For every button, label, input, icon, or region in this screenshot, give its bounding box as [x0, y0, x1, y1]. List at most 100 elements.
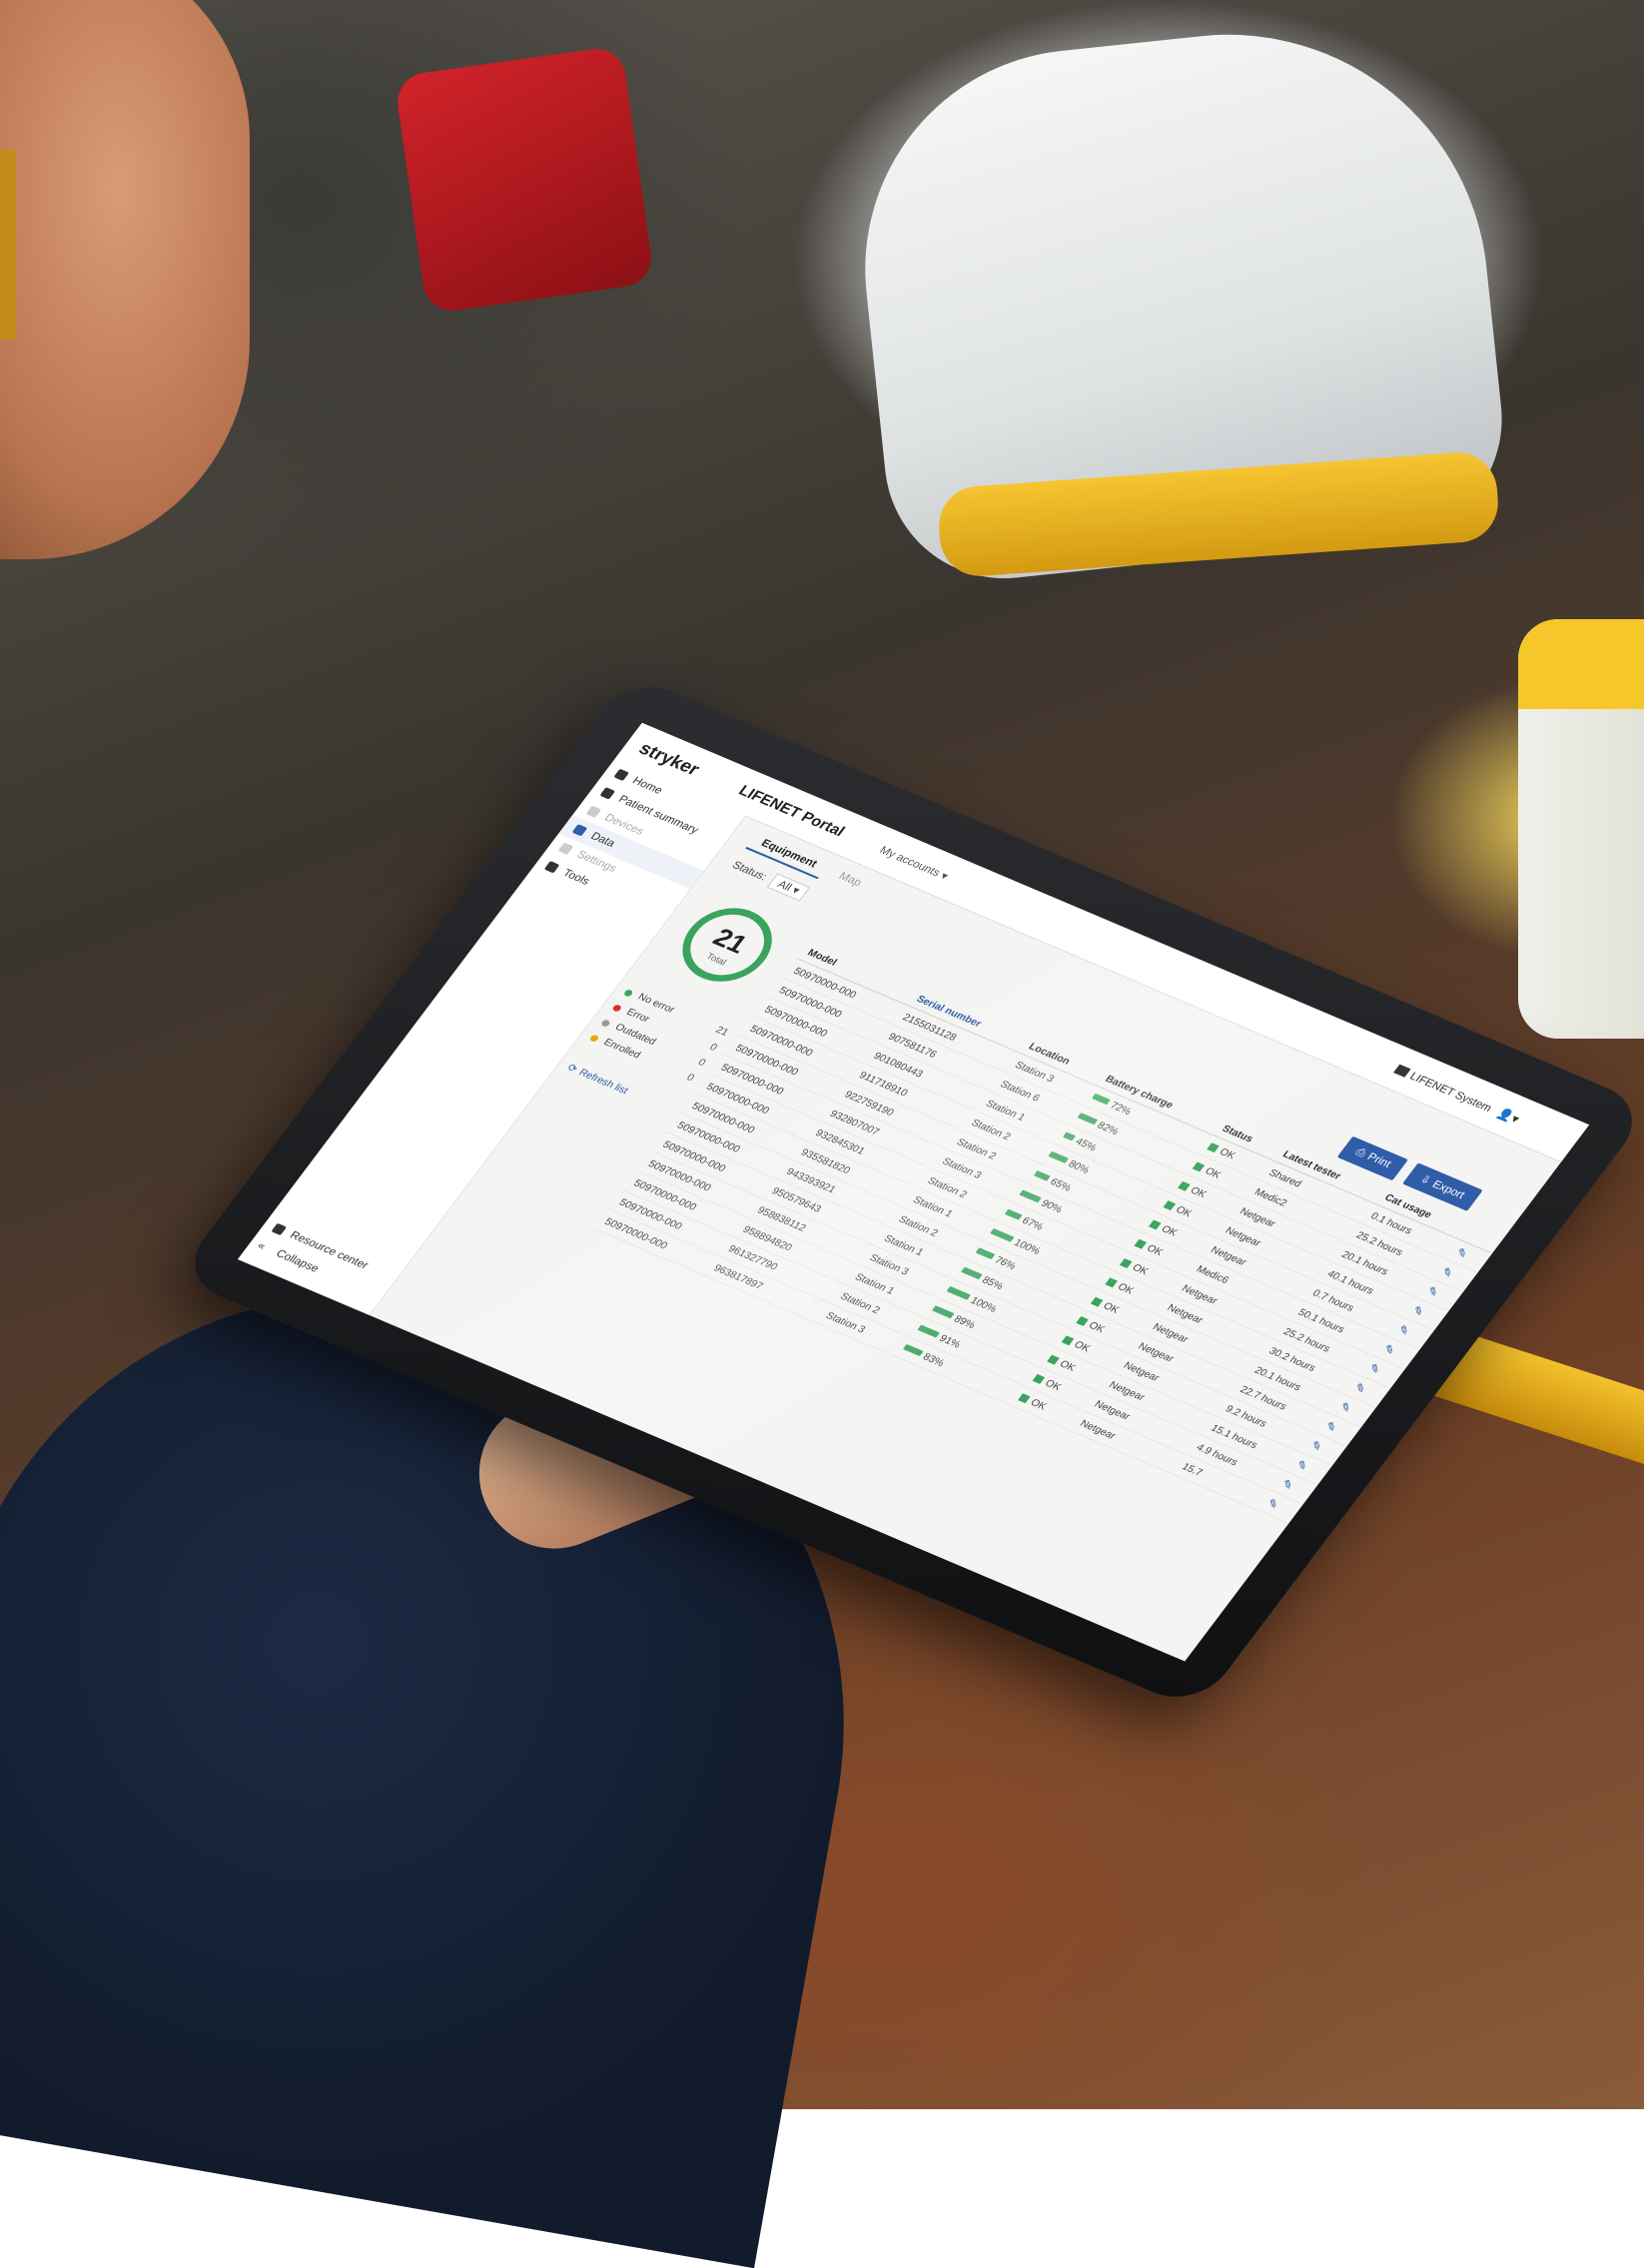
status-value: OK	[1188, 1184, 1210, 1200]
battery-value: 85%	[979, 1274, 1006, 1292]
status-ok-icon	[1134, 1238, 1148, 1249]
book-icon	[271, 1222, 288, 1236]
battery-icon	[1077, 1112, 1099, 1125]
battery-value: 100%	[968, 1294, 1000, 1315]
gold-edge-strip	[0, 150, 16, 340]
edit-icon[interactable]: ✎	[1409, 1303, 1427, 1319]
tools-icon	[543, 861, 560, 874]
battery-icon	[917, 1323, 940, 1337]
status-value: OK	[1174, 1203, 1195, 1219]
status-value: OK	[1144, 1242, 1166, 1258]
edit-icon[interactable]: ✎	[1423, 1284, 1441, 1300]
status-ok-icon	[1193, 1161, 1206, 1172]
status-ok-icon	[1033, 1373, 1046, 1384]
system-icon	[1393, 1064, 1411, 1078]
status-ok-icon	[1018, 1392, 1032, 1403]
battery-value: 45%	[1073, 1135, 1100, 1153]
battery-value: 80%	[1066, 1158, 1093, 1176]
battery-icon	[960, 1265, 983, 1279]
legend-count: 0	[695, 1057, 708, 1069]
status-ok-icon	[1091, 1296, 1104, 1307]
battery-icon	[1062, 1131, 1076, 1140]
status-value: OK	[1115, 1280, 1137, 1296]
status-ok-icon	[1076, 1315, 1090, 1326]
refresh-label: Refresh list	[576, 1067, 630, 1097]
status-ok-icon	[1164, 1199, 1177, 1210]
edit-icon[interactable]: ✎	[1263, 1496, 1281, 1512]
refresh-list-link[interactable]: ⟳Refresh list	[564, 1063, 630, 1097]
edit-icon[interactable]: ✎	[1307, 1438, 1325, 1454]
status-ok-icon	[1047, 1354, 1061, 1365]
status-value: OK	[1043, 1377, 1064, 1393]
edit-icon[interactable]: ✎	[1278, 1477, 1296, 1493]
edit-icon[interactable]: ✎	[1292, 1457, 1310, 1473]
edit-icon[interactable]: ✎	[1351, 1380, 1369, 1396]
battery-value: 67%	[1019, 1214, 1046, 1232]
status-value: OK	[1086, 1319, 1108, 1335]
tab-map[interactable]: Map	[824, 863, 876, 896]
edit-icon[interactable]: ✎	[1394, 1322, 1412, 1338]
battery-icon	[902, 1343, 924, 1356]
status-filter-label: Status	[729, 859, 767, 883]
status-filter-value: All	[774, 878, 794, 894]
battery-value: 65%	[1048, 1175, 1074, 1193]
status-ok-icon	[1062, 1334, 1075, 1345]
battery-icon	[1004, 1208, 1023, 1220]
battery-value: 83%	[920, 1351, 947, 1369]
nav-icon	[557, 842, 574, 855]
battery-icon	[975, 1246, 996, 1259]
battery-value: 89%	[951, 1313, 978, 1331]
status-ok-icon	[1149, 1219, 1163, 1230]
edit-icon[interactable]: ✎	[1438, 1264, 1456, 1280]
legend-count: 0	[706, 1042, 719, 1054]
print-label: Print	[1364, 1150, 1394, 1170]
status-value: OK	[1057, 1358, 1079, 1374]
edit-icon[interactable]: ✎	[1322, 1419, 1340, 1435]
battery-value: 91%	[937, 1332, 964, 1350]
home-icon	[613, 768, 630, 782]
sidebar-item-label: Tools	[559, 867, 592, 888]
data-icon	[571, 824, 588, 837]
edit-icon[interactable]: ✎	[1365, 1361, 1383, 1377]
battery-icon	[1019, 1188, 1042, 1202]
status-value: OK	[1130, 1261, 1151, 1277]
status-value: OK	[1203, 1165, 1224, 1181]
status-ok-icon	[1105, 1277, 1119, 1287]
chevron-down-icon: ▾	[937, 870, 951, 883]
status-value: OK	[1217, 1145, 1238, 1161]
status-dot-icon	[622, 989, 634, 998]
status-dot-icon	[611, 1004, 623, 1013]
status-ok-icon	[1207, 1141, 1221, 1152]
nav-icon	[585, 805, 602, 818]
battery-value: 76%	[992, 1254, 1019, 1272]
status-dot-icon	[599, 1019, 611, 1028]
battery-icon	[946, 1285, 971, 1300]
battery-icon	[931, 1304, 955, 1318]
status-dot-icon	[588, 1034, 600, 1044]
battery-value: 82%	[1095, 1120, 1122, 1137]
status-value: OK	[1072, 1338, 1093, 1354]
status-value: OK	[1028, 1396, 1050, 1412]
battery-value: 72%	[1108, 1100, 1134, 1118]
export-label: Export	[1429, 1178, 1467, 1201]
battery-value: 100%	[1011, 1236, 1043, 1257]
battery-icon	[1048, 1150, 1069, 1163]
sidebar-item-label: Data	[587, 830, 618, 850]
status-ok-icon	[1120, 1257, 1133, 1268]
battery-value: 90%	[1039, 1197, 1065, 1215]
double-chevron-left-icon: «	[254, 1239, 269, 1253]
edit-icon[interactable]: ✎	[1336, 1400, 1354, 1416]
status-value: OK	[1159, 1223, 1181, 1239]
status-filter-select[interactable]: All ▾	[766, 873, 811, 902]
wipes-jar-lid	[1518, 619, 1644, 709]
accounts-label: My accounts	[877, 844, 943, 880]
edit-icon[interactable]: ✎	[1453, 1245, 1471, 1261]
document-icon	[599, 787, 616, 800]
battery-icon	[1091, 1093, 1111, 1105]
red-bag	[394, 45, 655, 315]
edit-icon[interactable]: ✎	[1380, 1342, 1398, 1358]
status-ok-icon	[1178, 1180, 1192, 1191]
user-icon[interactable]: 👤▾	[1494, 1106, 1523, 1126]
legend-count: 0	[684, 1072, 697, 1085]
battery-icon	[990, 1227, 1015, 1242]
